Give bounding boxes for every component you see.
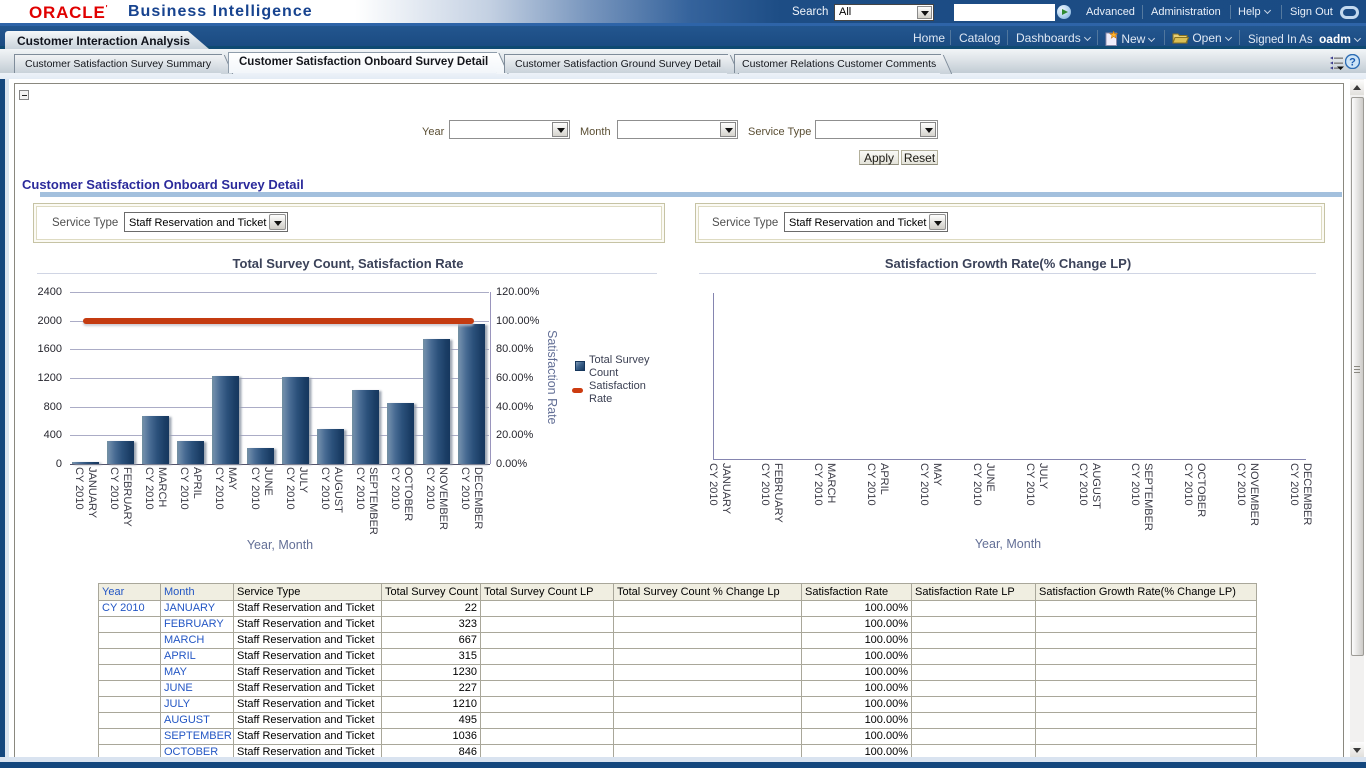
svg-text:?: ? — [1349, 57, 1356, 69]
